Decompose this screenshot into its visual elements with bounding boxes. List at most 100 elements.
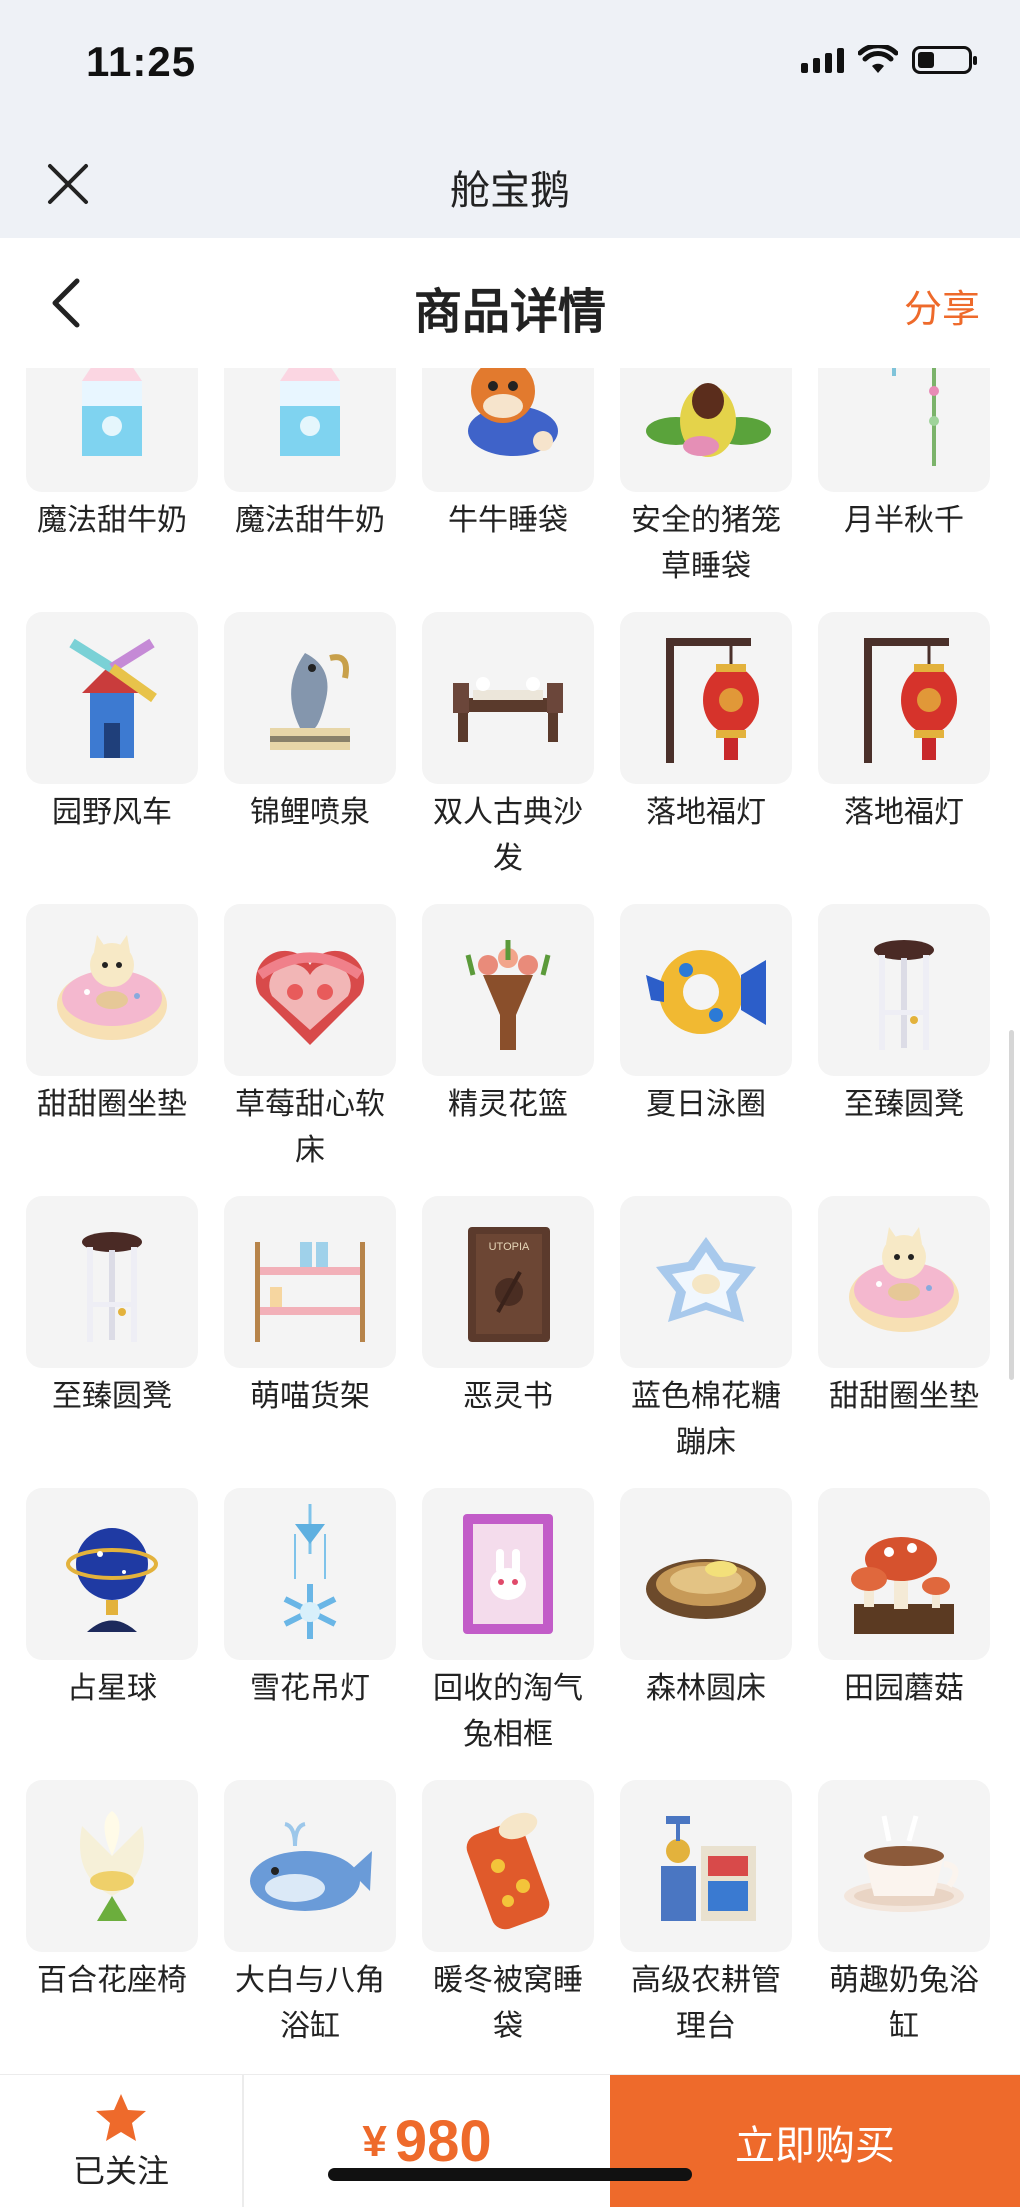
grid-item[interactable]: 森林圆床 — [620, 1488, 792, 1780]
grid-item[interactable]: 精灵花篮 — [422, 904, 594, 1196]
home-indicator — [328, 2168, 692, 2181]
item-thumbnail[interactable] — [620, 1780, 792, 1952]
grid-item[interactable]: 甜甜圈坐垫 — [818, 1196, 990, 1488]
item-thumbnail[interactable] — [422, 1488, 594, 1660]
item-label: 园野风车 — [52, 796, 172, 829]
item-thumbnail[interactable]: UTOPIA — [422, 1196, 594, 1368]
status-icons — [801, 45, 977, 75]
grid-item[interactable]: 落地福灯 — [620, 612, 792, 904]
cat-shelf-icon — [255, 1242, 365, 1342]
item-thumbnail[interactable] — [818, 368, 990, 492]
item-label: 魔法甜牛奶 — [37, 504, 187, 537]
item-thumbnail[interactable] — [224, 1780, 396, 1952]
item-label: 安全的猪笼草睡袋 — [631, 504, 781, 583]
item-thumbnail[interactable] — [818, 1196, 990, 1368]
item-thumbnail[interactable] — [620, 612, 792, 784]
grid-item[interactable]: 草莓甜心软床 — [224, 904, 396, 1196]
item-thumbnail[interactable] — [620, 368, 792, 492]
flower-basket-icon — [465, 940, 551, 1050]
item-label: 萌喵货架 — [250, 1380, 370, 1413]
item-thumbnail[interactable] — [818, 1780, 990, 1952]
grid-item[interactable]: 至臻圆凳 — [818, 904, 990, 1196]
item-thumbnail[interactable] — [818, 612, 990, 784]
star-icon — [96, 2093, 146, 2141]
item-grid-viewport[interactable]: 魔法甜牛奶 魔法甜牛奶 牛牛睡袋 安全的猪笼草睡袋 月半秋千 园野风车 锦鲤喷泉 双人古典沙发… — [0, 368, 1020, 2074]
item-thumbnail[interactable] — [224, 904, 396, 1076]
item-thumbnail[interactable] — [224, 368, 396, 492]
grid-item[interactable]: 至臻圆凳 — [26, 1196, 198, 1488]
moon-swing-icon — [864, 368, 939, 466]
grid-item[interactable]: 落地福灯 — [818, 612, 990, 904]
price: ¥ 980 — [244, 2075, 610, 2207]
lantern-icon — [666, 638, 759, 763]
grid-item[interactable]: 占星球 — [26, 1488, 198, 1780]
snowflake-chandelier-icon — [283, 1504, 337, 1639]
grid-item[interactable]: 田园蘑菇 — [818, 1488, 990, 1780]
item-label: 大白与八角浴缸 — [235, 1964, 385, 2043]
item-thumbnail[interactable] — [620, 1196, 792, 1368]
item-thumbnail[interactable] — [26, 904, 198, 1076]
item-thumbnail[interactable] — [422, 368, 594, 492]
item-label: 高级农耕管理台 — [631, 1964, 781, 2043]
item-thumbnail[interactable] — [818, 904, 990, 1076]
item-thumbnail[interactable] — [422, 904, 594, 1076]
item-thumbnail[interactable] — [224, 1488, 396, 1660]
item-thumbnail[interactable] — [620, 1488, 792, 1660]
grid-item[interactable]: 暖冬被窝睡袋 — [422, 1780, 594, 2072]
scroll-indicator[interactable] — [1009, 1030, 1014, 1380]
item-label: 甜甜圈坐垫 — [37, 1088, 187, 1121]
wifi-icon — [858, 45, 898, 73]
item-thumbnail[interactable] — [620, 904, 792, 1076]
item-thumbnail[interactable] — [422, 612, 594, 784]
item-label: 甜甜圈坐垫 — [829, 1380, 979, 1413]
teacup-bathtub-icon — [844, 1815, 964, 1912]
grid-item[interactable]: 蓝色棉花糖蹦床 — [620, 1196, 792, 1488]
follow-button[interactable]: 已关注 — [0, 2075, 242, 2207]
grid-item[interactable]: 夏日泳圈 — [620, 904, 792, 1196]
grid-item[interactable]: 大白与八角浴缸 — [224, 1780, 396, 2072]
item-thumbnail[interactable] — [422, 1780, 594, 1952]
round-stool-icon — [82, 1232, 142, 1342]
grid-item[interactable]: 萌趣奶兔浴缸 — [818, 1780, 990, 2072]
item-label: 草莓甜心软床 — [235, 1088, 385, 1167]
item-thumbnail[interactable] — [224, 1196, 396, 1368]
koi-fountain-icon — [270, 653, 350, 750]
item-thumbnail[interactable] — [26, 1488, 198, 1660]
classic-sofa-icon — [453, 677, 563, 742]
item-thumbnail[interactable] — [26, 1780, 198, 1952]
top-zone: 11:25 舱宝鹅 — [0, 0, 1020, 238]
status-bar: 11:25 — [0, 0, 1020, 130]
item-label: 牛牛睡袋 — [448, 504, 568, 537]
share-button[interactable]: 分享 — [904, 278, 980, 333]
grid-item[interactable]: 回收的淘气兔相框 — [422, 1488, 594, 1780]
item-thumbnail[interactable] — [818, 1488, 990, 1660]
item-label: 落地福灯 — [844, 796, 964, 829]
grid-item[interactable]: 双人古典沙发 — [422, 612, 594, 904]
item-label: 百合花座椅 — [37, 1964, 187, 1997]
grid-item[interactable]: 百合花座椅 — [26, 1780, 198, 2072]
round-stool-icon — [874, 940, 934, 1050]
grid-item[interactable]: 园野风车 — [26, 612, 198, 904]
grid-item[interactable]: UTOPIA 恶灵书 — [422, 1196, 594, 1488]
svg-text:UTOPIA: UTOPIA — [489, 1241, 530, 1253]
item-thumbnail[interactable] — [26, 1196, 198, 1368]
grid-item[interactable]: 魔法甜牛奶 — [26, 368, 198, 612]
grid-item[interactable]: 安全的猪笼草睡袋 — [620, 368, 792, 612]
grid-item[interactable]: 甜甜圈坐垫 — [26, 904, 198, 1196]
grid-item[interactable]: 高级农耕管理台 — [620, 1780, 792, 2072]
farm-console-icon — [661, 1816, 756, 1921]
buy-now-button[interactable]: 立即购买 — [610, 2075, 1020, 2207]
winter-sleeping-bag-icon — [466, 1812, 550, 1930]
grid-item[interactable]: 锦鲤喷泉 — [224, 612, 396, 904]
milk-carton-icon — [82, 368, 142, 456]
grid-item[interactable]: 魔法甜牛奶 — [224, 368, 396, 612]
item-thumbnail[interactable] — [26, 612, 198, 784]
item-thumbnail[interactable] — [26, 368, 198, 492]
item-label: 田园蘑菇 — [844, 1672, 964, 1705]
grid-item[interactable]: 月半秋千 — [818, 368, 990, 612]
grid-item[interactable]: 雪花吊灯 — [224, 1488, 396, 1780]
grid-item[interactable]: 牛牛睡袋 — [422, 368, 594, 612]
grid-item[interactable]: 萌喵货架 — [224, 1196, 396, 1488]
item-thumbnail[interactable] — [224, 612, 396, 784]
item-label: 萌趣奶兔浴缸 — [829, 1964, 979, 2043]
